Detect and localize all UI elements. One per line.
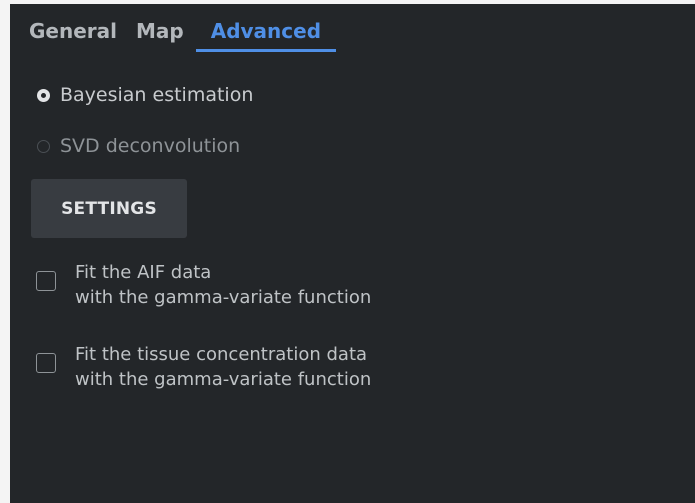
fit-aif-label: Fit the AIF data with the gamma-variate … bbox=[75, 260, 371, 310]
fit-aif-label-line1: Fit the AIF data bbox=[75, 262, 212, 283]
svd-deconvolution-label: SVD deconvolution bbox=[60, 135, 241, 157]
bayesian-estimation-label: Bayesian estimation bbox=[60, 84, 254, 106]
settings-button[interactable]: SETTINGS bbox=[31, 179, 187, 238]
fit-aif-checkbox[interactable] bbox=[36, 271, 56, 291]
tab-map[interactable]: Map bbox=[136, 19, 184, 49]
svd-deconvolution-option[interactable]: SVD deconvolution bbox=[37, 135, 240, 157]
fit-aif-option[interactable]: Fit the AIF data with the gamma-variate … bbox=[36, 260, 371, 310]
radio-checked-icon[interactable] bbox=[37, 88, 50, 102]
fit-tissue-checkbox[interactable] bbox=[36, 353, 56, 373]
fit-tissue-option[interactable]: Fit the tissue concentration data with t… bbox=[36, 342, 371, 392]
tab-bar: General Map Advanced bbox=[10, 4, 337, 56]
radio-unchecked-icon[interactable] bbox=[37, 139, 50, 153]
fit-tissue-label-line1: Fit the tissue concentration data bbox=[75, 344, 368, 365]
fit-tissue-label-line2: with the gamma-variate function bbox=[75, 369, 372, 390]
tab-advanced[interactable]: Advanced bbox=[195, 19, 337, 52]
bayesian-estimation-option[interactable]: Bayesian estimation bbox=[37, 84, 253, 106]
fit-tissue-label: Fit the tissue concentration data with t… bbox=[75, 342, 371, 392]
advanced-settings-panel: General Map Advanced Bayesian estimation… bbox=[10, 4, 695, 503]
fit-aif-label-line2: with the gamma-variate function bbox=[75, 287, 372, 308]
tab-general[interactable]: General bbox=[29, 19, 117, 49]
